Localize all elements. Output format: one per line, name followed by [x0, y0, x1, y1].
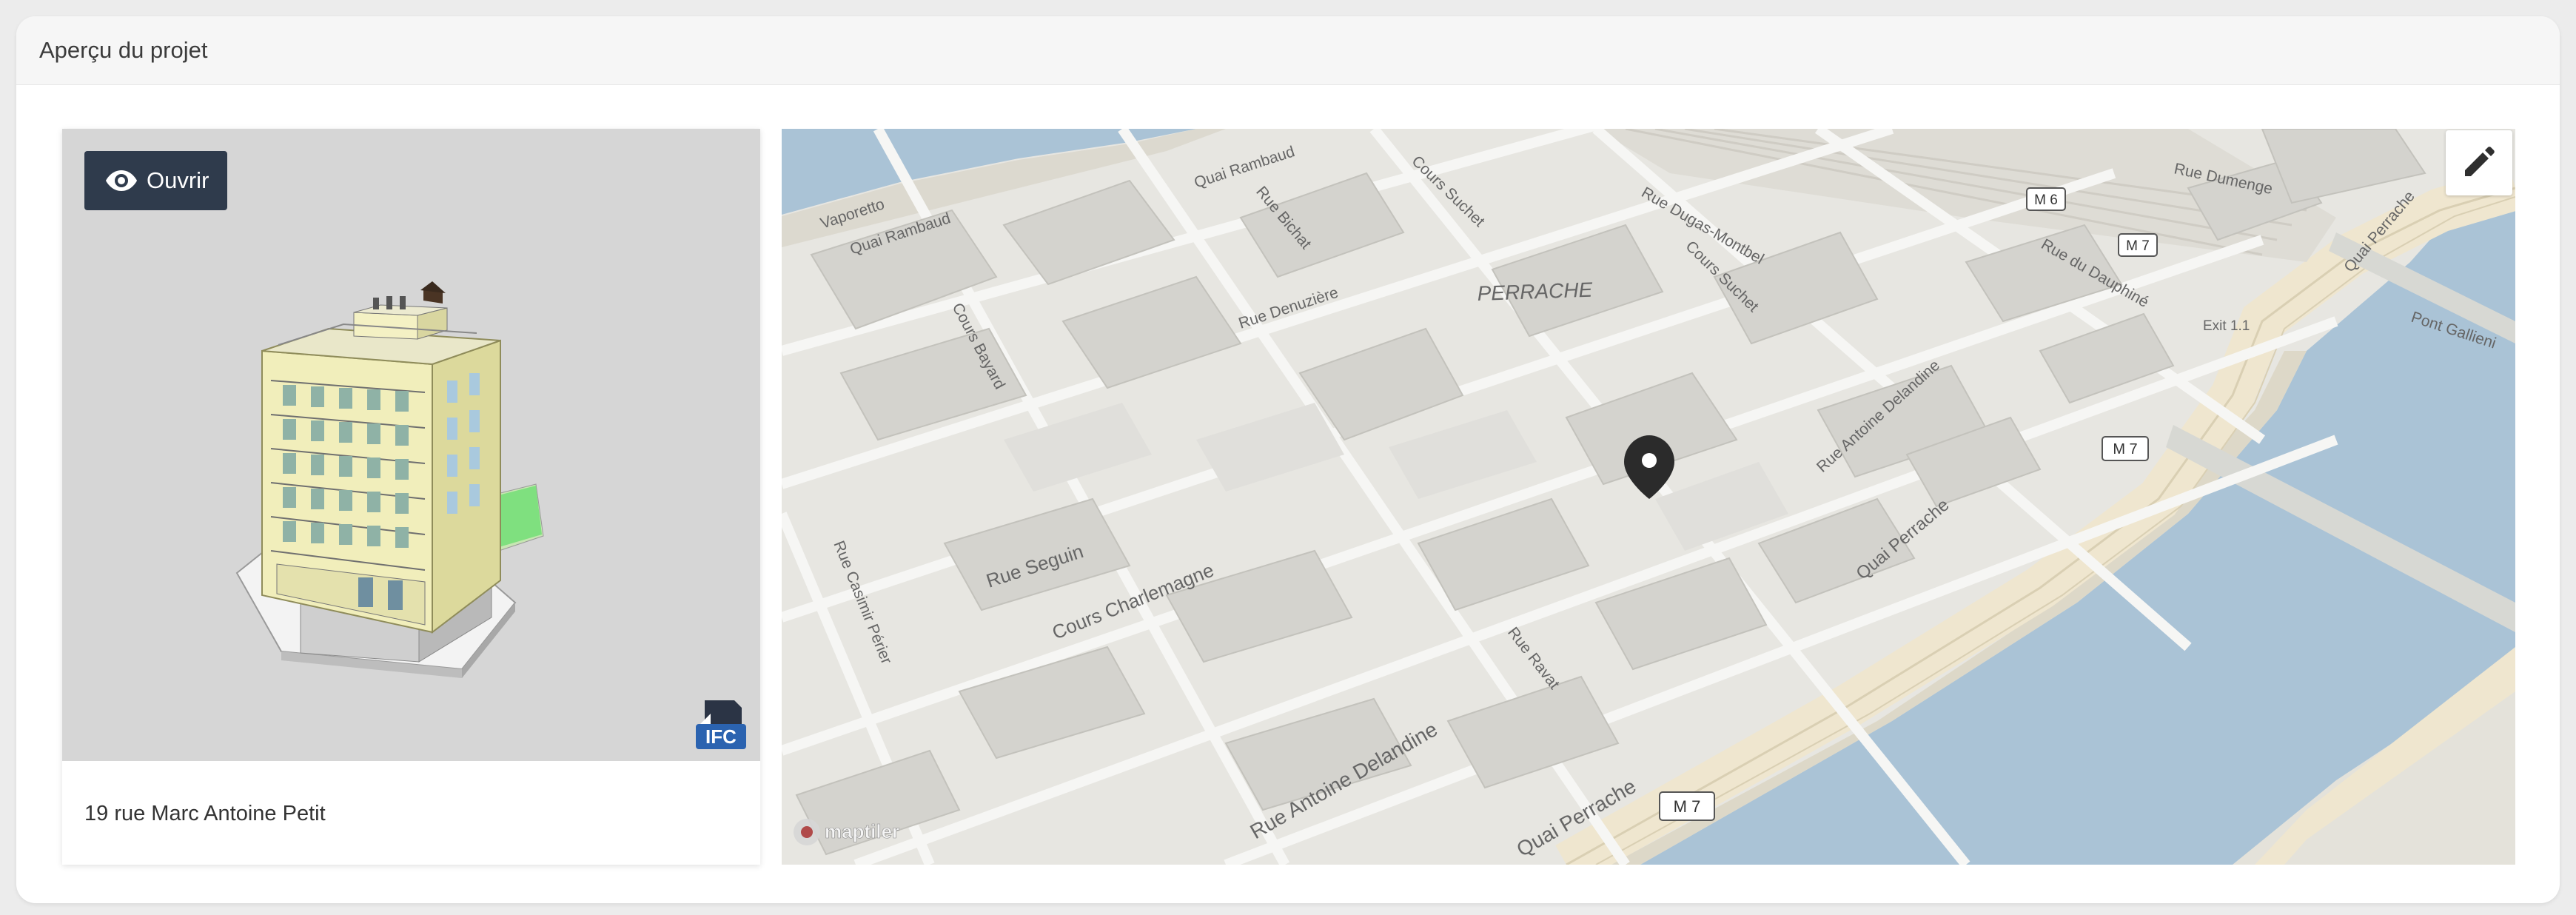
building-3d-render: [235, 281, 544, 678]
svg-text:M 7: M 7: [2126, 238, 2150, 254]
open-button[interactable]: Ouvrir: [84, 151, 227, 210]
ifc-file-icon: IFC: [696, 700, 746, 749]
page-background: Aperçu du projet Ouvrir IFC 19 rue Marc …: [0, 0, 2576, 915]
project-overview-panel: Aperçu du projet Ouvrir IFC 19 rue Marc …: [16, 16, 2560, 903]
eye-icon: [106, 170, 137, 191]
svg-text:M 7: M 7: [2113, 441, 2137, 458]
panel-header: Aperçu du projet: [16, 16, 2560, 85]
ifc-badge-text: IFC: [705, 725, 737, 748]
pencil-icon: [2465, 147, 2495, 176]
label-exit: Exit 1.1: [2203, 318, 2250, 334]
maptiler-logo: maptiler: [794, 819, 899, 845]
open-button-label: Ouvrir: [147, 167, 209, 193]
svg-text:maptiler: maptiler: [825, 820, 899, 842]
road-shield-m6: M 6: [2026, 187, 2066, 211]
project-address: 19 rue Marc Antoine Petit: [84, 802, 326, 825]
panel-title: Aperçu du projet: [39, 37, 208, 63]
svg-text:M 7: M 7: [1674, 797, 1701, 816]
road-shield-m7-b: M 7: [2102, 436, 2149, 461]
map-canvas: Quai Rambaud Quai Rambaud Vaporetto Rue …: [782, 129, 2515, 865]
location-map[interactable]: Quai Rambaud Quai Rambaud Vaporetto Rue …: [782, 129, 2515, 865]
model-preview[interactable]: Ouvrir IFC: [62, 129, 760, 761]
road-shield-m7-a: M 7: [2118, 233, 2158, 257]
svg-text:M 6: M 6: [2034, 192, 2058, 208]
edit-location-button[interactable]: [2446, 130, 2512, 195]
model-card: Ouvrir IFC 19 rue Marc Antoine Petit: [62, 129, 760, 865]
road-shield-m7-c: M 7: [1659, 791, 1715, 821]
label-perrache: PERRACHE: [1477, 278, 1593, 305]
